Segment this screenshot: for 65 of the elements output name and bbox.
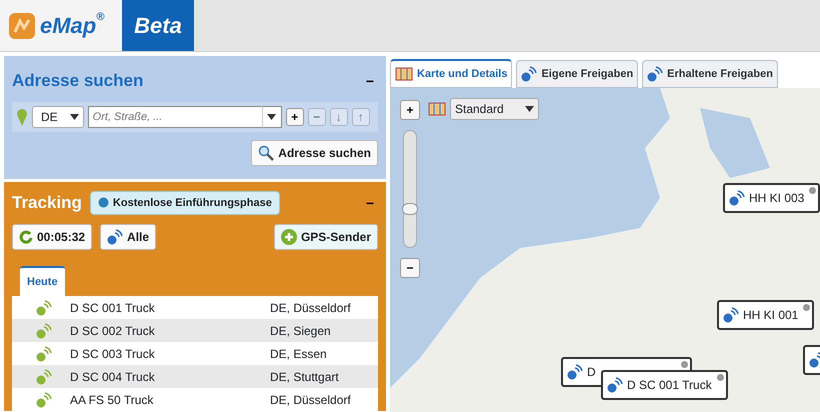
country-select[interactable]: DE (32, 106, 84, 128)
signal-icon (107, 228, 124, 244)
signal-icon (36, 368, 52, 384)
vehicle-marker[interactable]: D SC 001 Truck (601, 370, 728, 400)
logo-icon (8, 12, 36, 40)
signal-icon (36, 392, 52, 408)
signal-icon (36, 300, 52, 316)
vehicle-row[interactable]: D SC 003 Truck DE, Essen (12, 342, 378, 365)
layer-select[interactable]: Standard (450, 98, 539, 120)
plus-icon (280, 228, 297, 244)
vehicle-row[interactable]: AA FS 50 Truck DE, Düsseldorf (12, 388, 378, 411)
vehicle-location: DE, Essen (270, 346, 327, 362)
dropdown-button[interactable] (262, 106, 282, 128)
tab[interactable]: Heute (20, 266, 65, 296)
zoom-out-button[interactable]: − (400, 258, 420, 278)
zoom-in-button[interactable]: + (400, 100, 420, 120)
add-sender-button[interactable]: GPS-Sender (274, 224, 378, 250)
vehicle-name: D SC 002 Truck (70, 322, 156, 340)
vehicle-name: D SC 001 Truck (70, 300, 156, 316)
signal-icon (723, 307, 739, 323)
refresh-icon (19, 230, 33, 244)
vehicle-row[interactable]: D SC 001 Truck DE, Düsseldorf (12, 296, 378, 319)
map-tab[interactable]: Karte und Details (390, 58, 512, 88)
all-button[interactable]: Alle (100, 224, 156, 250)
signal-icon (729, 190, 745, 206)
vehicle-location: DE, Stuttgart (270, 368, 339, 386)
logo-text: eMap® (40, 10, 104, 40)
map-icon (395, 66, 413, 82)
signal-icon (647, 66, 664, 82)
panel-title: Adresse suchen (12, 70, 144, 92)
search-button[interactable]: Adresse suchen (251, 140, 378, 166)
search-icon (258, 144, 274, 160)
timer-button[interactable]: 00:05:32 (12, 224, 92, 250)
map-icon (428, 101, 446, 117)
panel-title: Tracking (12, 192, 82, 214)
vehicle-name: AA FS 50 Truck (70, 392, 154, 408)
caret-icon (70, 114, 79, 120)
vehicle-name: D SC 003 Truck (70, 346, 156, 362)
signal-icon (567, 364, 583, 380)
signal-icon (607, 377, 623, 393)
signal-icon (36, 346, 52, 362)
collapse-button[interactable]: − (362, 196, 378, 210)
signal-icon (36, 322, 52, 338)
vehicle-marker[interactable]: HH KI 001 (717, 300, 814, 330)
slider-thumb[interactable] (402, 203, 418, 215)
caret-icon (525, 106, 534, 112)
info-icon (98, 197, 109, 208)
vehicle-location: DE, Düsseldorf (270, 300, 351, 316)
pin-icon (16, 108, 28, 126)
map-tab[interactable]: Eigene Freigaben (516, 60, 638, 88)
vehicle-row[interactable]: D SC 002 Truck DE, Siegen (12, 319, 378, 342)
vehicle-name: D SC 004 Truck (70, 368, 156, 386)
vehicle-marker[interactable]: HH KI 003 (723, 183, 820, 213)
zoom-slider[interactable] (403, 130, 417, 248)
signal-icon (521, 66, 538, 82)
vehicle-location: DE, Siegen (270, 322, 331, 340)
map-tab[interactable]: Erhaltene Freigaben (642, 60, 778, 88)
collapse-button[interactable]: − (362, 74, 378, 88)
row-button[interactable]: + (286, 108, 304, 126)
beta-badge: Beta (122, 0, 194, 51)
caret-icon (267, 114, 276, 120)
vehicle-location: DE, Düsseldorf (270, 392, 351, 408)
address-field[interactable]: Ort, Straße, ... (88, 106, 262, 128)
vehicle-row[interactable]: D SC 004 Truck DE, Stuttgart (12, 365, 378, 388)
notice-badge: Kostenlose Einführungsphase (90, 190, 280, 215)
